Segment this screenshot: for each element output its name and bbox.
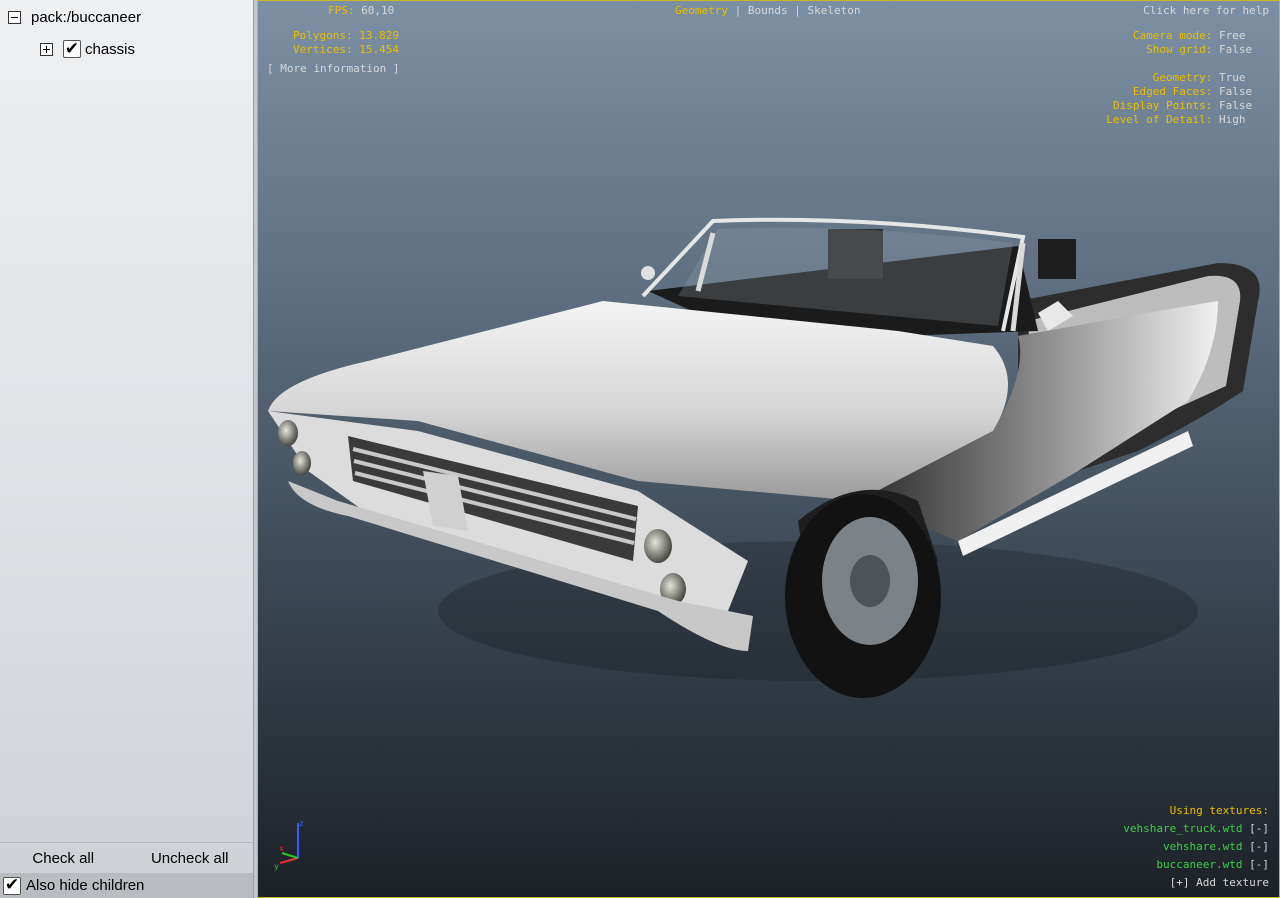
chassis-checkbox[interactable]: ✔	[63, 40, 81, 58]
view-mode-tabs: Geometry | Bounds | Skeleton	[675, 4, 861, 17]
setting-geometry[interactable]: Geometry: True	[1153, 71, 1254, 85]
tree-node-chassis[interactable]: ✔ chassis	[40, 37, 135, 61]
hide-children-label: Also hide children	[26, 877, 145, 894]
more-information-link[interactable]: [ More information ]	[267, 62, 399, 76]
setting-level-of-detail[interactable]: Level of Detail: High	[1106, 113, 1254, 127]
scene-tree-panel: pack:/buccaneer ✔ chassis Check all Unch…	[0, 0, 254, 898]
polygons-readout: Polygons: 13.829	[293, 29, 399, 42]
remove-texture-button[interactable]: [-]	[1249, 858, 1269, 871]
fps-readout: FPS: 60,10	[328, 4, 395, 17]
right-headlight	[644, 529, 672, 563]
axis-gizmo-icon: z x y	[274, 819, 304, 871]
checkmark-icon: ✔	[4, 875, 20, 895]
remove-texture-button[interactable]: [-]	[1249, 822, 1269, 835]
texture-item: vehshare.wtd [-]	[1163, 840, 1269, 853]
setting-display-points[interactable]: Display Points: False	[1113, 99, 1254, 113]
vertices-readout: Vertices: 15.454	[293, 43, 399, 56]
setting-edged-faces[interactable]: Edged Faces: False	[1133, 85, 1254, 99]
hide-children-checkbox[interactable]: ✔	[3, 875, 21, 895]
texture-item: buccaneer.wtd [-]	[1156, 858, 1269, 871]
checkmark-icon: ✔	[64, 38, 80, 59]
3d-viewport[interactable]: FPS: 60,10 Polygons: 13.829 Vertices: 15…	[257, 0, 1280, 898]
setting-camera-mode[interactable]: Camera mode: Free	[1133, 29, 1254, 43]
check-buttons-bar: Check all Uncheck all	[0, 842, 253, 874]
expand-icon[interactable]	[40, 42, 53, 56]
remove-texture-button[interactable]: [-]	[1249, 840, 1269, 853]
svg-text:x: x	[279, 844, 284, 853]
car-model-render	[268, 217, 1260, 698]
tree-node-label: chassis	[85, 40, 136, 58]
add-texture-button[interactable]: [+] Add texture	[1170, 876, 1269, 890]
tab-geometry[interactable]: Geometry	[675, 4, 728, 17]
hide-children-row[interactable]: ✔ Also hide children	[0, 873, 253, 898]
tree-root-row[interactable]: pack:/buccaneer	[8, 5, 141, 29]
setting-show-grid[interactable]: Show grid: False	[1146, 43, 1254, 57]
check-all-button[interactable]: Check all	[0, 843, 127, 874]
help-link[interactable]: Click here for help	[1143, 4, 1269, 18]
front-wheel	[785, 494, 941, 698]
uncheck-all-button[interactable]: Uncheck all	[127, 843, 254, 874]
collapse-icon[interactable]	[8, 10, 21, 24]
svg-text:z: z	[299, 819, 304, 828]
left-headlight	[278, 420, 298, 446]
tab-bounds[interactable]: Bounds	[748, 4, 788, 17]
texture-item: vehshare_truck.wtd [-]	[1123, 822, 1269, 835]
tree-root-label: pack:/buccaneer	[31, 8, 142, 26]
tab-skeleton[interactable]: Skeleton	[807, 4, 860, 17]
textures-heading: Using textures:	[1169, 804, 1269, 817]
svg-text:y: y	[274, 862, 279, 871]
